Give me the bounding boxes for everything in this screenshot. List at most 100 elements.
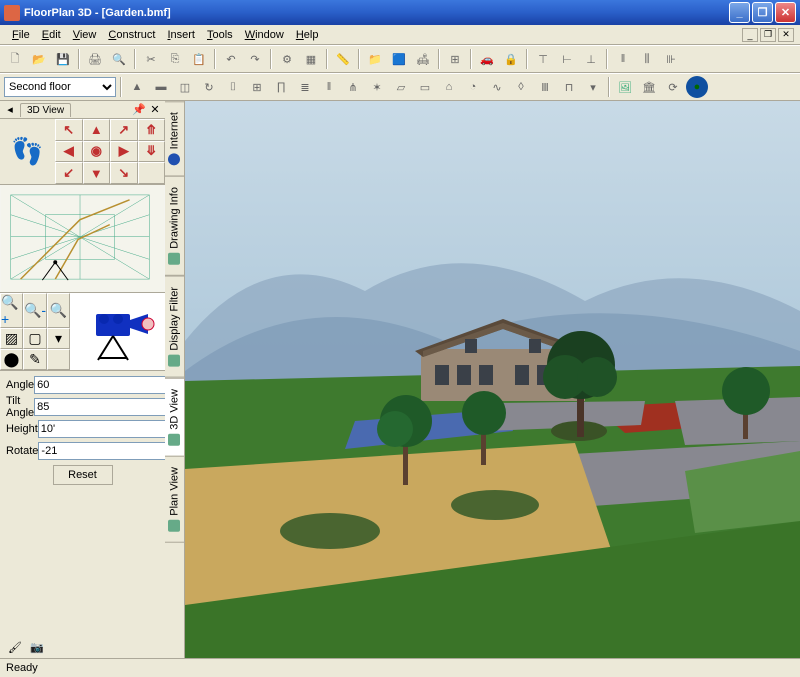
zoom-out-icon[interactable]: 🔍- — [23, 293, 47, 328]
more-icon[interactable]: ▾ — [582, 76, 604, 98]
nav-up-right-icon[interactable]: ↗ — [110, 119, 138, 141]
walk-icon[interactable]: ⬤ — [0, 349, 23, 370]
menu-file[interactable]: File — [6, 27, 36, 43]
menu-construct[interactable]: Construct — [102, 27, 161, 43]
open-button[interactable]: 📂 — [28, 48, 50, 70]
person-icon[interactable]: ⋔ — [342, 76, 364, 98]
terrain-icon[interactable]: ◔ — [462, 76, 484, 98]
nav-right-icon[interactable]: ▶ — [110, 141, 138, 163]
column-icon[interactable]: ‖ — [318, 76, 340, 98]
mdi-close-button[interactable]: ✕ — [778, 28, 794, 42]
redo-button[interactable]: ↷ — [244, 48, 266, 70]
rotate-icon[interactable]: ↻ — [198, 76, 220, 98]
reset-button[interactable]: Reset — [53, 465, 113, 485]
tab-display-filter[interactable]: Display Filter — [165, 276, 184, 378]
stairs-icon[interactable]: ≣ — [294, 76, 316, 98]
car-icon[interactable]: 🚗 — [476, 48, 498, 70]
menu-insert[interactable]: Insert — [161, 27, 201, 43]
dropdown-icon[interactable]: ▾ — [47, 328, 70, 349]
zoom-in-icon[interactable]: 🔍+ — [0, 293, 23, 328]
angle-input[interactable] — [34, 376, 182, 394]
object-icon[interactable]: 🟦 — [388, 48, 410, 70]
3d-viewport[interactable] — [185, 101, 800, 658]
door-icon[interactable]: ⌷ — [222, 76, 244, 98]
align-bot-icon[interactable]: ⊥ — [580, 48, 602, 70]
nav-extra-icon[interactable] — [138, 162, 166, 184]
mdi-restore-button[interactable]: ❐ — [760, 28, 776, 42]
tree-icon[interactable]: ✶ — [366, 76, 388, 98]
settings-icon[interactable]: ⚙ — [276, 48, 298, 70]
floor-select[interactable]: Second floor — [4, 77, 116, 97]
nav-down-left-icon[interactable]: ↙ — [55, 162, 83, 184]
grid-icon[interactable]: ▦ — [300, 48, 322, 70]
roof-icon[interactable]: ⌂ — [438, 76, 460, 98]
wireframe-icon[interactable]: ▢ — [23, 328, 47, 349]
panel-close-icon[interactable]: ✕ — [149, 104, 161, 116]
pointer-icon[interactable]: ▲ — [126, 76, 148, 98]
grid2-icon[interactable]: ⊞ — [444, 48, 466, 70]
window-icon[interactable]: ⊞ — [246, 76, 268, 98]
minimap[interactable] — [0, 185, 165, 293]
room-icon[interactable]: ◫ — [174, 76, 196, 98]
nav-home-icon[interactable]: ◉ — [83, 141, 111, 163]
pushpin-icon[interactable]: 📌 — [133, 104, 145, 116]
tab-plan-view[interactable]: Plan View — [165, 456, 184, 543]
nav-up-left-icon[interactable]: ↖ — [55, 119, 83, 141]
furniture-icon[interactable]: 🛋 — [412, 48, 434, 70]
rect-icon[interactable]: ▭ — [414, 76, 436, 98]
slab-icon[interactable]: ▱ — [390, 76, 412, 98]
print-button[interactable]: 🖨 — [84, 48, 106, 70]
render-cube-icon[interactable]: ▨ — [0, 328, 23, 349]
nav-down-right-icon[interactable]: ↘ — [110, 162, 138, 184]
lock-icon[interactable]: 🔒 — [500, 48, 522, 70]
orbit-icon[interactable]: ✎ — [23, 349, 47, 370]
align-top-icon[interactable]: ⊤ — [532, 48, 554, 70]
menu-edit[interactable]: Edit — [36, 27, 67, 43]
menu-help[interactable]: Help — [290, 27, 325, 43]
globe-icon[interactable]: ● — [686, 76, 708, 98]
wall-icon[interactable]: ▬ — [150, 76, 172, 98]
save-button[interactable]: 💾 — [52, 48, 74, 70]
cut-button[interactable]: ✂ — [140, 48, 162, 70]
collapse-left-icon[interactable]: ◂ — [4, 104, 16, 116]
preview-button[interactable]: 🔍 — [108, 48, 130, 70]
tilt-input[interactable] — [34, 398, 182, 416]
panel-tab-3dview[interactable]: 3D View — [20, 103, 71, 117]
maximize-button[interactable]: ❐ — [752, 2, 773, 23]
path-icon[interactable]: ∿ — [486, 76, 508, 98]
menu-tools[interactable]: Tools — [201, 27, 239, 43]
distribute1-icon[interactable]: ‖ — [612, 48, 634, 70]
mdi-minimize-button[interactable]: _ — [742, 28, 758, 42]
picture-icon[interactable]: 🖼 — [614, 76, 636, 98]
tab-3d-view[interactable]: 3D View — [165, 378, 184, 457]
copy-button[interactable]: ⎘ — [164, 48, 186, 70]
height-input[interactable] — [38, 420, 186, 438]
close-button[interactable]: ✕ — [775, 2, 796, 23]
paste-button[interactable]: 📋 — [188, 48, 210, 70]
tab-drawing-info[interactable]: Drawing Info — [165, 176, 184, 276]
gate2-icon[interactable]: ⊓ — [558, 76, 580, 98]
landmark-icon[interactable]: 🏛 — [638, 76, 660, 98]
align-mid-icon[interactable]: ⊢ — [556, 48, 578, 70]
zoom-fit-icon[interactable]: 🔍 — [47, 293, 70, 328]
camera-icon[interactable]: 📷 — [28, 638, 46, 656]
nav-lower-icon[interactable]: ⤋ — [138, 141, 166, 163]
new-button[interactable]: 🗋 — [4, 48, 26, 70]
spray-icon[interactable]: 🖌 — [6, 638, 24, 656]
nav-up-icon[interactable]: ▲ — [83, 119, 111, 141]
distribute2-icon[interactable]: ⫼ — [636, 48, 658, 70]
measure-icon[interactable]: 📏 — [332, 48, 354, 70]
fence-icon[interactable]: Ⅲ — [534, 76, 556, 98]
nav-raise-icon[interactable]: ⤊ — [138, 119, 166, 141]
minimize-button[interactable]: _ — [729, 2, 750, 23]
panorama-icon[interactable]: ⟳ — [662, 76, 684, 98]
menu-view[interactable]: View — [67, 27, 103, 43]
tab-internet[interactable]: Internet — [165, 101, 184, 176]
nav-down-icon[interactable]: ▼ — [83, 162, 111, 184]
undo-button[interactable]: ↶ — [220, 48, 242, 70]
gate-icon[interactable]: ∏ — [270, 76, 292, 98]
folder-icon[interactable]: 📁 — [364, 48, 386, 70]
distribute3-icon[interactable]: ⊪ — [660, 48, 682, 70]
area-icon[interactable]: ◊ — [510, 76, 532, 98]
nav-left-icon[interactable]: ◀ — [55, 141, 83, 163]
